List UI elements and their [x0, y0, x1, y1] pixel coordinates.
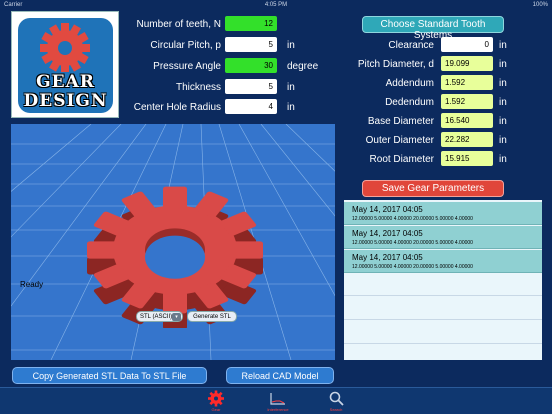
- entry-date: May 14, 2017 04:05: [352, 205, 423, 214]
- pressure-angle-unit: degree: [287, 61, 319, 72]
- gear-icon: [208, 390, 224, 407]
- list-item[interactable]: May 14, 2017 04:05 12.00000 5.00000 4.00…: [344, 202, 542, 225]
- center-hole-label: Center Hole Radius: [133, 102, 221, 113]
- choose-standard-button[interactable]: Choose Standard Tooth Systems: [362, 16, 504, 41]
- root-diameter-unit: in: [499, 154, 507, 165]
- cad-viewport[interactable]: [11, 124, 335, 360]
- base-diameter-unit: in: [499, 116, 507, 127]
- thickness-field[interactable]: 5: [225, 79, 277, 94]
- entry-date: May 14, 2017 04:05: [352, 253, 423, 262]
- row-divider: [344, 295, 542, 296]
- entry-values: 12.00000 5.00000 4.00000 20.00000 5.0000…: [352, 240, 473, 246]
- center-hole-field[interactable]: 4: [225, 99, 277, 114]
- reload-cad-button[interactable]: Reload CAD Model: [226, 367, 334, 384]
- chart-icon: [270, 393, 285, 405]
- entry-values: 12.00000 5.00000 4.00000 20.00000 5.0000…: [352, 216, 473, 222]
- outer-diameter-label: Outer Diameter: [365, 135, 434, 146]
- addendum-label: Addendum: [385, 78, 434, 89]
- logo-gear-icon: [40, 23, 90, 72]
- gear-model: [87, 186, 263, 328]
- magnifier-icon: [329, 391, 344, 406]
- viewport-status: Ready: [20, 280, 44, 289]
- time-label: 4:05 PM: [264, 2, 288, 8]
- addendum-field: 1.592: [441, 75, 493, 90]
- dedendum-unit: in: [499, 97, 507, 108]
- dedendum-field: 1.592: [441, 94, 493, 109]
- battery-label: 100%: [532, 2, 548, 8]
- entry-date: May 14, 2017 04:05: [352, 229, 423, 238]
- logo-text-line2: DESIGN: [23, 91, 108, 111]
- clearance-field[interactable]: 0: [441, 37, 493, 52]
- entry-values: 12.00000 5.00000 4.00000 20.00000 5.0000…: [352, 264, 473, 270]
- list-item[interactable]: May 14, 2017 04:05 12.00000 5.00000 4.00…: [344, 250, 542, 273]
- addendum-unit: in: [499, 78, 507, 89]
- root-diameter-label: Root Diameter: [369, 154, 434, 165]
- pitch-diameter-field: 19.099: [441, 56, 493, 71]
- teeth-field[interactable]: 12: [225, 16, 277, 31]
- tab-search[interactable]: Search: [316, 390, 356, 414]
- row-divider: [344, 343, 542, 344]
- row-divider: [344, 319, 542, 320]
- dedendum-label: Dedendum: [385, 97, 434, 108]
- outer-diameter-unit: in: [499, 135, 507, 146]
- tab-interference[interactable]: Interference: [258, 390, 298, 414]
- copy-stl-button[interactable]: Copy Generated STL Data To STL File: [12, 367, 207, 384]
- status-bar: Carrier 4:05 PM 100%: [0, 0, 552, 10]
- tab-interference-label: Interference: [267, 407, 289, 412]
- teeth-label: Number of teeth, N: [136, 19, 221, 30]
- tab-search-label: Search: [329, 407, 343, 412]
- tab-gear-label: Gear: [211, 407, 221, 412]
- save-gear-parameters-button[interactable]: Save Gear Parameters: [362, 180, 504, 197]
- center-hole-unit: in: [287, 102, 295, 113]
- pressure-angle-label: Pressure Angle: [153, 61, 221, 72]
- stl-format-select[interactable]: STL (ASCII) ▾: [136, 311, 183, 322]
- base-diameter-label: Base Diameter: [367, 116, 434, 127]
- pitch-diameter-label: Pitch Diameter, d: [357, 59, 434, 70]
- circular-pitch-label: Circular Pitch, p: [150, 40, 221, 51]
- logo-text-line1: GEAR: [36, 72, 95, 92]
- clearance-unit: in: [499, 40, 507, 51]
- clearance-label: Clearance: [388, 40, 434, 51]
- circular-pitch-unit: in: [287, 40, 295, 51]
- thickness-unit: in: [287, 82, 295, 93]
- list-item[interactable]: May 14, 2017 04:05 12.00000 5.00000 4.00…: [344, 226, 542, 249]
- generate-stl-button[interactable]: Generate STL: [187, 311, 237, 322]
- outer-diameter-field: 22.282: [441, 132, 493, 147]
- chevron-down-icon: ▾: [172, 313, 181, 321]
- pressure-angle-field[interactable]: 30: [225, 58, 277, 73]
- circular-pitch-field[interactable]: 5: [225, 37, 277, 52]
- tab-bar: Gear Interference Search: [0, 387, 552, 414]
- app-logo: GEAR DESIGN: [11, 11, 119, 118]
- pitch-diameter-unit: in: [499, 59, 507, 70]
- tab-gear[interactable]: Gear: [196, 390, 236, 414]
- base-diameter-field: 16.540: [441, 113, 493, 128]
- thickness-label: Thickness: [175, 82, 221, 93]
- stl-format-value: STL (ASCII): [140, 314, 173, 320]
- saved-parameters-list[interactable]: May 14, 2017 04:05 12.00000 5.00000 4.00…: [344, 200, 542, 360]
- root-diameter-field: 15.915: [441, 151, 493, 166]
